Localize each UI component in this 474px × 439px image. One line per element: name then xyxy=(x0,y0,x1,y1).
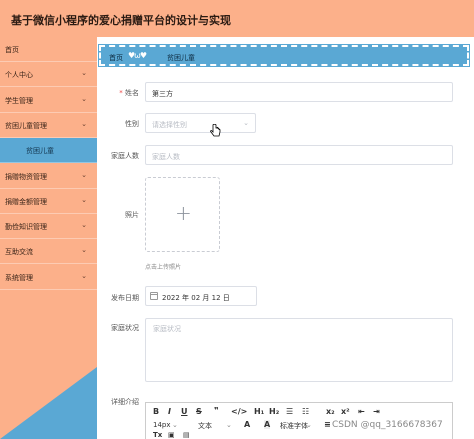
publish-date-value: 2022 年 02 月 12 日 xyxy=(162,294,230,302)
image-icon[interactable]: ▣ xyxy=(168,431,175,439)
sidebar-item-label: 勤俭知识管理 xyxy=(5,223,47,232)
background-color-icon[interactable]: A xyxy=(264,420,271,429)
family-status-textarea[interactable]: 家庭状况 xyxy=(145,318,453,382)
ordered-list-icon[interactable]: ☰ xyxy=(286,407,293,416)
name-value: 第三方 xyxy=(152,90,173,98)
publish-date-label: 发布日期 xyxy=(111,294,139,302)
sidebar-item-label: 捐赠金额管理 xyxy=(5,197,47,206)
calendar-icon xyxy=(150,292,158,300)
name-label: * 姓名 xyxy=(99,88,139,98)
font-size-select[interactable]: 14px xyxy=(153,421,171,429)
chevron-down-icon: ⌄ xyxy=(81,271,87,280)
required-mark: * xyxy=(119,89,123,97)
family-status-placeholder: 家庭状况 xyxy=(153,325,181,333)
font-size-arrow-icon: ⌄ xyxy=(172,421,178,429)
hand-cursor-icon xyxy=(210,124,221,137)
family-count-placeholder: 家庭人数 xyxy=(152,153,180,161)
heading1-icon[interactable]: H₁ xyxy=(254,407,264,416)
chevron-down-icon: ⌄ xyxy=(243,119,249,127)
gender-label: 性别 xyxy=(125,120,139,128)
family-count-label: 家庭人数 xyxy=(111,152,139,160)
breadcrumb-current: 贫困儿童 xyxy=(167,54,195,62)
text-style-select[interactable]: 文本 xyxy=(198,421,212,431)
underline-icon[interactable]: U xyxy=(181,407,188,416)
sidebar-item[interactable]: 贫困儿童 xyxy=(0,138,97,164)
plus-icon: + xyxy=(175,201,192,225)
name-label-text: 姓名 xyxy=(125,89,139,97)
detail-label: 详细介绍 xyxy=(111,398,139,406)
app-title: 基于微信小程序的爱心捐赠平台的设计与实现 xyxy=(11,14,231,27)
gender-placeholder: 请选择性别 xyxy=(152,121,187,129)
sidebar-item[interactable]: 首页 xyxy=(0,37,97,62)
sidebar: 首页 个人中心 ⌄ 学生管理 ⌄ 贫困儿童管理 ⌄ 贫困儿童 捐赠物资管理 ⌄ 捐赠金额管理 ⌄ 勤俭知… xyxy=(0,37,97,439)
breadcrumb-home[interactable]: 首页 xyxy=(109,53,123,63)
code-icon[interactable]: </> xyxy=(231,407,247,416)
subscript-icon[interactable]: x₂ xyxy=(326,407,335,416)
font-family-arrow-icon: ⌄ xyxy=(306,421,312,429)
strikethrough-icon[interactable]: S xyxy=(196,407,202,416)
font-color-icon[interactable]: A xyxy=(244,420,250,429)
sidebar-item-label: 学生管理 xyxy=(5,96,33,105)
photo-label: 照片 xyxy=(125,211,139,219)
watermark: CSDN @qq_3166678367 xyxy=(332,420,443,430)
sidebar-item-label: 个人中心 xyxy=(5,71,33,80)
chevron-down-icon: ⌄ xyxy=(81,94,87,103)
photo-upload[interactable]: + xyxy=(145,177,220,252)
top-header: 基于微信小程序的爱心捐赠平台的设计与实现 xyxy=(0,0,474,37)
superscript-icon[interactable]: x² xyxy=(341,407,350,416)
align-icon[interactable]: ≡ xyxy=(324,420,331,429)
sidebar-item[interactable]: 个人中心 ⌄ xyxy=(0,62,97,88)
sidebar-item-label: 贫困儿童 xyxy=(26,147,54,156)
blockquote-icon[interactable]: ❞ xyxy=(214,406,219,415)
sidebar-item[interactable]: 捐赠物资管理 ⌄ xyxy=(0,164,97,189)
heading2-icon[interactable]: H₂ xyxy=(269,407,279,416)
sidebar-item-label: 系统管理 xyxy=(5,273,33,282)
font-family-select[interactable]: 标准字体 xyxy=(280,421,308,431)
chevron-down-icon: ⌄ xyxy=(81,170,87,179)
chevron-down-icon: ⌄ xyxy=(81,195,87,204)
sidebar-item[interactable]: 捐赠金额管理 ⌄ xyxy=(0,189,97,214)
chevron-down-icon: ⌄ xyxy=(81,221,87,230)
upload-tip: 点击上传照片 xyxy=(145,264,182,271)
outdent-icon[interactable]: ⇤ xyxy=(358,407,365,416)
family-status-label: 家庭状况 xyxy=(111,324,139,332)
chevron-down-icon: ⌄ xyxy=(81,119,87,128)
bold-icon[interactable]: B xyxy=(153,407,159,416)
chevron-down-icon: ⌄ xyxy=(81,69,87,78)
bullet-list-icon[interactable]: ☷ xyxy=(302,407,309,416)
sidebar-item[interactable]: 勤俭知识管理 ⌄ xyxy=(0,214,97,240)
gender-select[interactable]: 请选择性别 ⌄ xyxy=(145,113,256,133)
video-icon[interactable]: ▤ xyxy=(183,431,190,439)
sidebar-item-label: 互助交流 xyxy=(5,248,33,257)
breadcrumb: 首页 ♥ω♥ 贫困儿童 xyxy=(98,44,470,67)
sidebar-item[interactable]: 互助交流 ⌄ xyxy=(0,239,97,265)
name-input[interactable]: 第三方 xyxy=(145,82,453,102)
sidebar-item-label: 首页 xyxy=(5,46,19,54)
clean-format-icon[interactable]: Tx xyxy=(153,431,162,439)
heart-separator-icon: ♥ω♥ xyxy=(128,51,147,60)
sidebar-item-label: 捐赠物资管理 xyxy=(5,172,47,181)
indent-icon[interactable]: ⇥ xyxy=(373,407,380,416)
publish-date-picker[interactable]: 2022 年 02 月 12 日 xyxy=(145,286,257,306)
sidebar-item[interactable]: 学生管理 ⌄ xyxy=(0,88,97,113)
sidebar-item[interactable]: 系统管理 ⌄ xyxy=(0,265,97,290)
sidebar-item-label: 贫困儿童管理 xyxy=(5,121,47,130)
family-count-input[interactable]: 家庭人数 xyxy=(145,145,453,165)
italic-icon[interactable]: I xyxy=(168,407,171,416)
text-style-arrow-icon: ⌄ xyxy=(226,421,232,429)
chevron-down-icon: ⌄ xyxy=(81,246,87,255)
sidebar-item[interactable]: 贫困儿童管理 ⌄ xyxy=(0,113,97,138)
